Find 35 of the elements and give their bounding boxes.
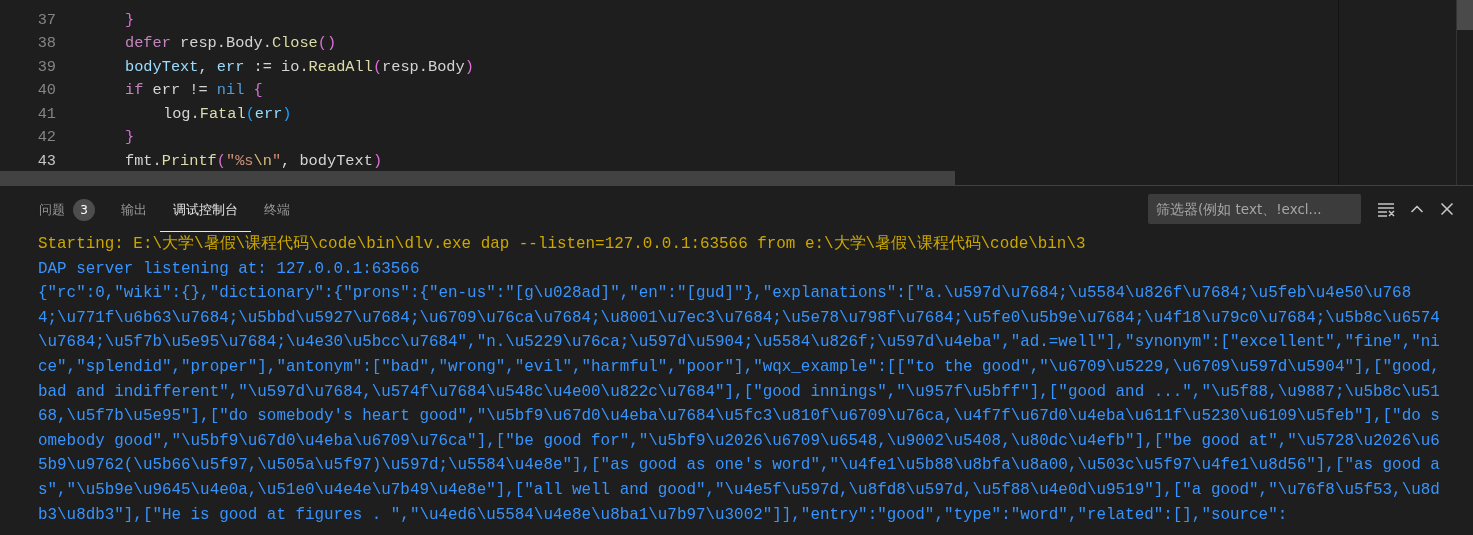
count-badge: 3 [73, 198, 95, 221]
horizontal-scrollbar[interactable] [0, 171, 955, 185]
line-number: 37 [36, 10, 56, 29]
code-line: } [125, 128, 135, 147]
filter-field[interactable]: 筛选器(例如 text、!excl... [1148, 194, 1361, 224]
console-output-line: 5b9\u9762(\u5b66\u5f97,\u505a\u5f97)\u597d;\u5584\u4e8e"],["as good as one's word","\u4fe1\u5b88\u8bfa\u8a00,\u503c\u5f97\u4fe1\u8d56"],["as good a [38, 455, 1441, 477]
code-line: log.Fatal(err) [163, 104, 292, 123]
line-number: 43 [36, 151, 56, 170]
code-line: if err != nil { [125, 81, 263, 100]
code-line: } [125, 10, 135, 29]
panel-tab[interactable]: 问题 3 [26, 186, 108, 232]
line-number: 42 [36, 128, 56, 147]
console-output-line: DAP server listening at: 127.0.0.1:63566 [38, 258, 421, 280]
console-output-line: b3\u8db3"],["He is good at figures . ","\u4ed6\u5584\u4e8e\u8ba1\u7b97\u3002"]],"entry":"good","type":"word","related":[],"source": [38, 504, 1289, 526]
code-line: bodyText, err := io.ReadAll(resp.Body) [125, 57, 474, 76]
console-output-line: \u7684;\u5f7b\u5e95\u7684;\u4e30\u5bcc\u7684","n.\u5229\u76ca;\u597d\u5904;\u5584\u826f;\u597d\u4eba","ad.=well"],"synonym":["excellent","fine","ni [38, 332, 1441, 354]
console-output-line: Starting: E:\大学\暑假\课程代码\code\bin\dlv.exe dap --listen=127.0.0.1:63566 from e:\大学\暑假\课程代码\code\bin\3 [38, 234, 1087, 255]
line-number: 38 [36, 34, 56, 53]
console-output-line: omebody good","\u5bf9\u67d0\u4eba\u6709\u76ca"],["be good for","\u5bf9\u2026\u6709\u6548,\u9002\u5408,\u80dc\u4efb"],["be good at","\u5728\u2026\u6 [38, 430, 1441, 452]
code-line: fmt.Printf("%s\n", bodyText) [125, 151, 383, 170]
line-number: 39 [36, 57, 56, 76]
line-number: 40 [36, 81, 56, 100]
console-output-line: bad and indifferent","\u597d\u7684,\u574f\u7684\u548c\u4e00\u822c\u7684"],["good innings","\u957f\u5bff"],["good and ...","\u5f88,\u9887;\u5b8c\u51 [38, 381, 1441, 403]
console-output-line: ce","splendid","proper"],"antonym":["bad","wrong","evil","harmful","poor"],"wqx_example":[["to the good","\u6709\u5229,\u6709\u597d\u5904"],["good, [38, 356, 1441, 378]
panel-tab[interactable]: 输出 [108, 186, 160, 232]
panel-tab[interactable]: 调试控制台 [160, 186, 251, 232]
console-output-line: 68,\u5f7b\u5e95"],["do somebody's heart good","\u5bf9\u67d0\u4eba\u7684\u5fc3\u810f\u6709\u76ca,\u4f7f\u67d0\u4eba\u611f\u5230\u6109\u5feb"],["do s [38, 406, 1441, 428]
console-output-line: s","\u5b9e\u9645\u4e0a,\u51e0\u4e4e\u7b49\u4e8e"],["all well and good","\u4e5f\u597d,\u8fd8\u597d,\u5f88\u4e0d\u9519"],["a good","\u76f8\u5f53,\u8d [38, 479, 1441, 501]
code-line: defer resp.Body.Close() [125, 34, 337, 53]
line-number: 41 [36, 104, 56, 123]
console-output-line: 4;\u771f\u6b63\u7684;\u5bbd\u5927\u7684;\u6709\u76ca\u7684;\u8001\u7ec3\u7684;\u5e78\u798f\u7684;\u5fe0\u5b9e\u7684;\u4f18\u79c0\u7684;\u5b8c\u6574 [38, 307, 1441, 329]
console-output-line: {"rc":0,"wiki":{},"dictionary":{"prons":{"en-us":"[g\u028ad]","en":"[gud]"},"explanations":["a.\u597d\u7684;\u5584\u826f\u7684;\u5feb\u4e50\u768 [38, 283, 1413, 305]
clear-all-icon [1377, 201, 1397, 217]
panel-tab[interactable]: 终端 [251, 186, 303, 232]
vertical-scrollbar[interactable] [1457, 0, 1473, 30]
